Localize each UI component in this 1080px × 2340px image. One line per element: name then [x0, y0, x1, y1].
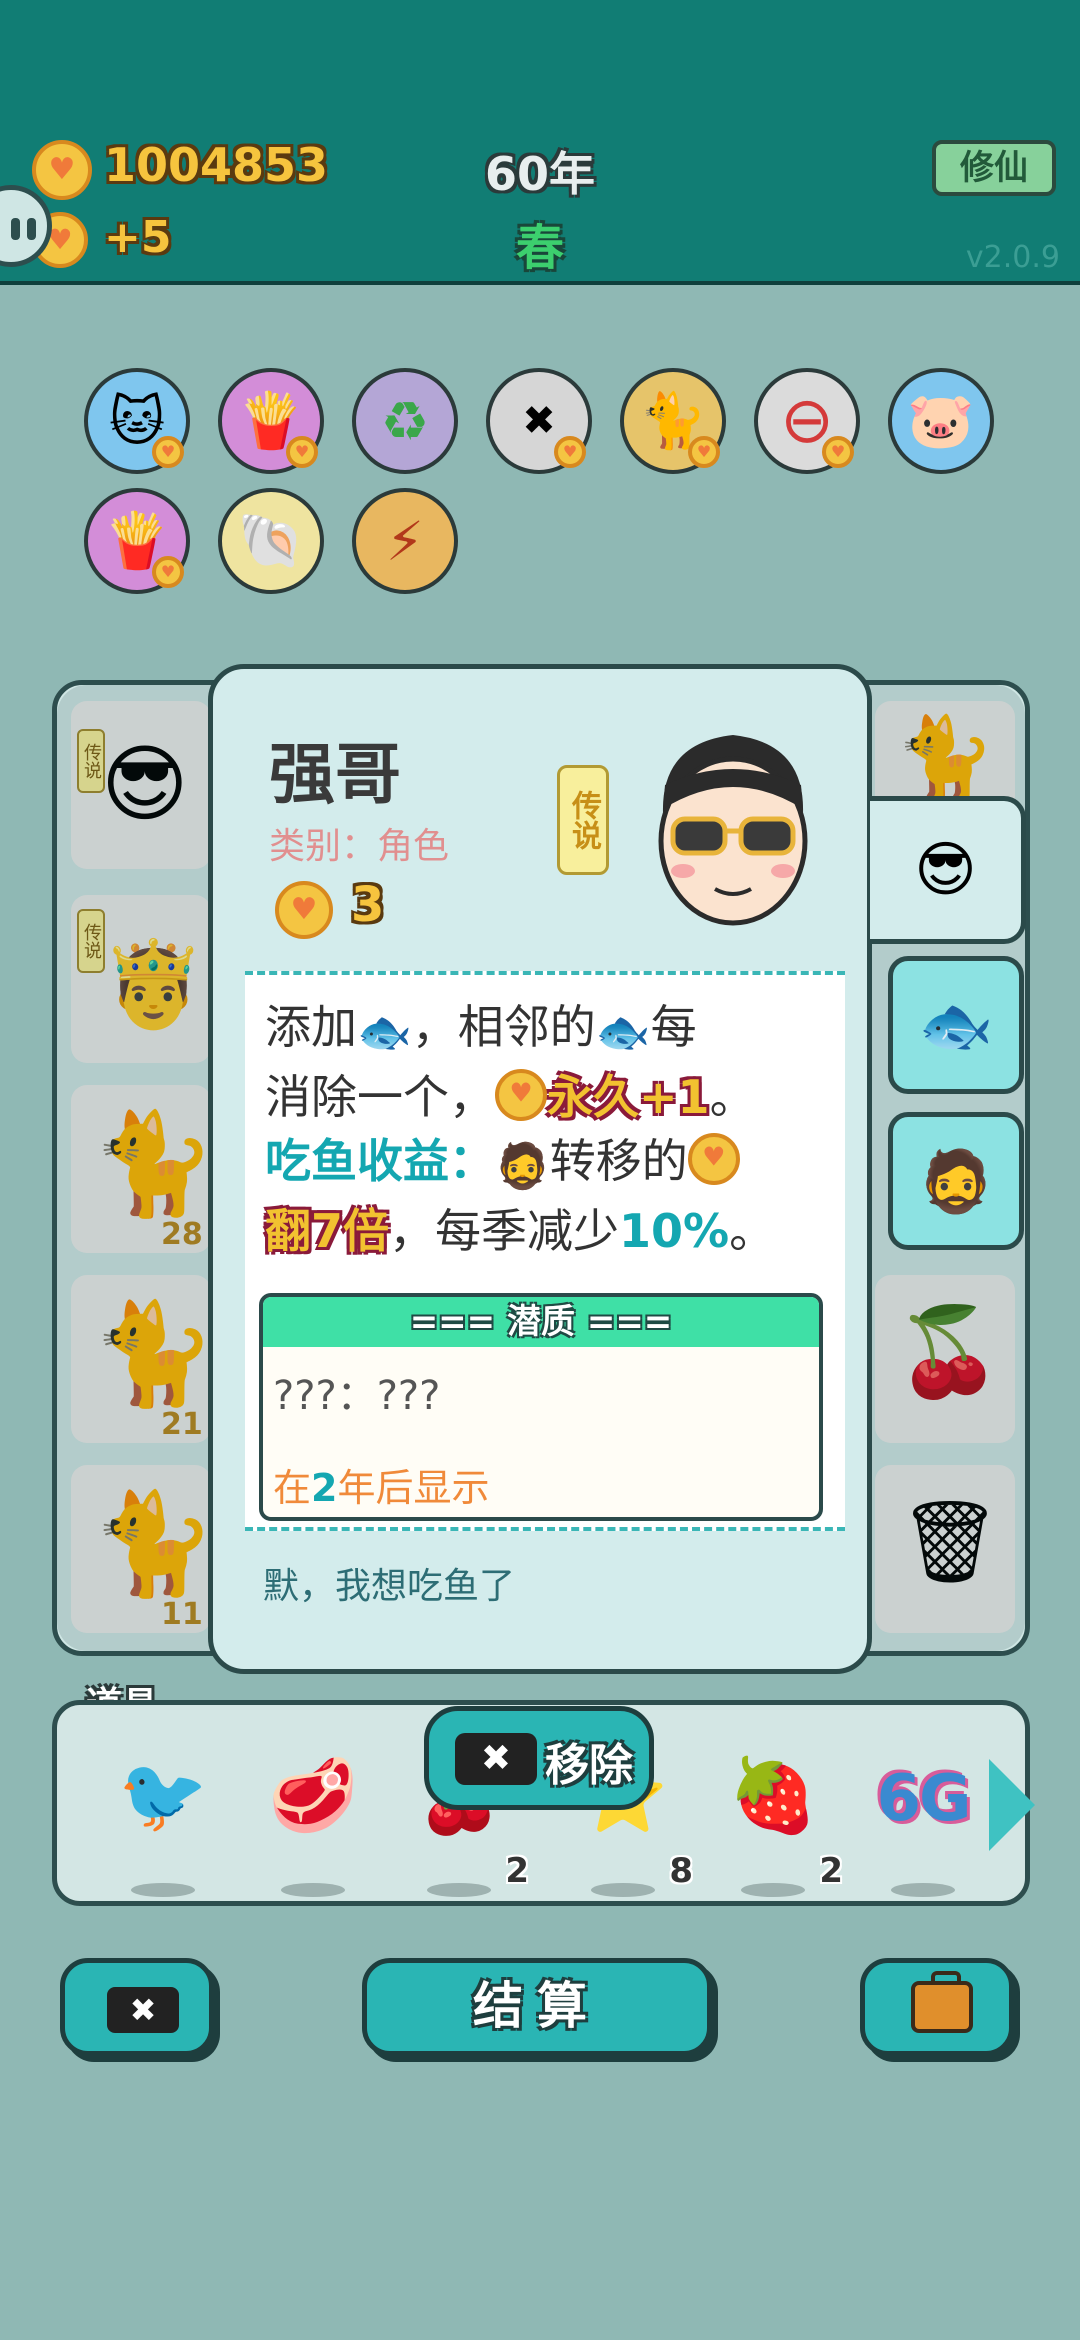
- character-portrait-icon: [658, 735, 808, 926]
- top-bar: 1004853 +5 60年 春 修仙 v2.0.9: [0, 0, 1080, 285]
- related-fisherman-item[interactable]: 🧔: [888, 1112, 1024, 1250]
- inventory-button[interactable]: [860, 1958, 1014, 2056]
- description-text: 添加🐟，相邻的🐟每 消除一个，永久+1。 吃鱼收益：🧔转移的 翻7倍，每季减少1…: [265, 995, 825, 1263]
- character-quote: 默，我想吃鱼了: [263, 1566, 516, 1607]
- item-icons-row-2: 🍟 🐚 ⚡: [84, 488, 1044, 598]
- rarity-tag: 传说: [557, 765, 609, 875]
- item-name: 强哥: [269, 736, 401, 813]
- item-value: 3: [351, 877, 385, 933]
- lightning-icon[interactable]: ⚡: [352, 488, 458, 594]
- prop-bird[interactable]: 🐦: [113, 1753, 213, 1897]
- fish-icon: 🐟: [357, 1007, 412, 1058]
- prop-6g[interactable]: 6G: [873, 1753, 973, 1897]
- coin-icon: [495, 1069, 547, 1121]
- item-category: 类别：角色: [269, 826, 450, 867]
- piggy-bank-icon[interactable]: 🐷: [888, 368, 994, 474]
- prop-liver[interactable]: 🥩: [263, 1753, 363, 1897]
- fries-icon-2[interactable]: 🍟: [84, 488, 190, 594]
- twin-cats-icon[interactable]: 🐈: [620, 368, 726, 474]
- recycle-icon[interactable]: ♻: [352, 368, 458, 474]
- item-detail-card: 强哥 类别：角色 3 传说 添加🐟，相邻的🐟每 消除一个，永久+1。 吃鱼收益：…: [208, 664, 872, 1674]
- settle-button[interactable]: 结算: [362, 1958, 712, 2056]
- fish-icon: 🐟: [595, 1007, 651, 1058]
- potential-reveal-note: 在2年后显示: [273, 1466, 490, 1510]
- version-label: v2.0.9: [965, 240, 1060, 275]
- potential-text: ???：???: [273, 1373, 441, 1419]
- remove-button[interactable]: ✖ 移除: [424, 1706, 654, 1810]
- cat-coin-icon[interactable]: 🐱: [84, 368, 190, 474]
- coin-icon: [687, 1133, 740, 1185]
- briefcase-icon: [911, 1971, 973, 2033]
- fries-icon[interactable]: 🍟: [218, 368, 324, 474]
- remove-tag-icon: ✖: [455, 1733, 537, 1785]
- item-icons-row-1: 🐱 🍟 ♻ ✖ 🐈 ⊖ 🐷: [84, 368, 1044, 478]
- potential-box: === 潜质 === ???：??? 在2年后显示: [259, 1293, 823, 1521]
- selected-character-tab[interactable]: 😎: [870, 796, 1026, 944]
- season-label: 春: [515, 220, 564, 276]
- description-box: 添加🐟，相邻的🐟每 消除一个，永久+1。 吃鱼收益：🧔转移的 翻7倍，每季减少1…: [245, 971, 845, 1531]
- xiuxian-button[interactable]: 修仙: [932, 140, 1056, 196]
- related-fish-item[interactable]: 🐟: [888, 956, 1024, 1094]
- shell-icon[interactable]: 🐚: [218, 488, 324, 594]
- coin-icon: [275, 881, 333, 939]
- minus-icon[interactable]: ⊖: [754, 368, 860, 474]
- fisherman-icon: 🧔: [495, 1141, 550, 1192]
- next-arrow-icon[interactable]: [989, 1759, 1035, 1851]
- discard-button[interactable]: ✖: [60, 1958, 214, 2056]
- year-label: 60年: [484, 147, 595, 201]
- remove-tag-icon: ✖: [107, 1987, 179, 2033]
- prop-strawberry[interactable]: 🍓 2: [723, 1753, 843, 1897]
- potential-header: === 潜质 ===: [263, 1297, 819, 1347]
- remove-tag-icon[interactable]: ✖: [486, 368, 592, 474]
